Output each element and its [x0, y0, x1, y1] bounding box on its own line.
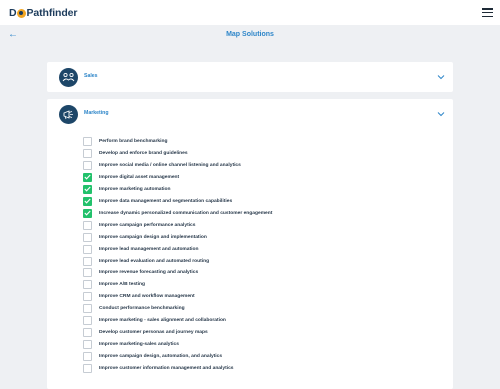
checklist-item[interactable]: Improve social media / online channel li…	[83, 160, 403, 171]
checkbox[interactable]	[83, 352, 92, 362]
checkbox[interactable]	[83, 328, 92, 338]
checklist-item-label: Increase dynamic personalized communicat…	[99, 210, 273, 216]
checklist-item[interactable]: Increase dynamic personalized communicat…	[83, 208, 403, 219]
checklist-item-label: Improve digital asset management	[99, 174, 180, 180]
checklist-item[interactable]: Improve A/B testing	[83, 279, 403, 290]
checklist-item-label: Perform brand benchmarking	[99, 139, 168, 144]
checklist-item[interactable]: Improve CRM and workflow management	[83, 291, 403, 302]
checkbox[interactable]	[83, 268, 92, 278]
checklist-item-label: Improve marketing-sales analytics	[99, 342, 179, 348]
checklist-item-label: Improve marketing - sales alignment and …	[99, 318, 226, 324]
pathfinder-logo[interactable]: D Pathfinder	[9, 7, 78, 19]
checklist-item-label: Improve customer information management …	[99, 366, 234, 372]
checklist-item-label: Improve lead management and automation	[99, 246, 199, 252]
checkbox[interactable]	[83, 340, 92, 350]
checklist-item-label: Improve social media / online channel li…	[99, 162, 241, 168]
logo-text-left: D	[9, 7, 17, 19]
checkbox[interactable]	[83, 220, 92, 230]
checklist-item-label: Develop and enforce brand guidelines	[99, 150, 188, 156]
checkmark-icon	[84, 186, 91, 192]
category-header-marketing[interactable]: Marketing	[47, 99, 453, 129]
checklist-item[interactable]: Conduct performance benchmarking	[83, 303, 403, 314]
checklist-item[interactable]: Improve customer information management …	[83, 363, 403, 374]
checkbox[interactable]	[83, 160, 92, 170]
checkbox[interactable]	[83, 316, 92, 326]
logo-text-right: Pathfinder	[26, 7, 78, 19]
checkmark-icon	[84, 174, 91, 180]
checkmark-icon	[84, 210, 91, 216]
checklist-item[interactable]: Improve data management and segmentation…	[83, 196, 403, 207]
logo-mark-icon	[16, 8, 26, 18]
checklist-item[interactable]: Improve campaign performance analytics	[83, 220, 403, 231]
handshake-icon	[59, 68, 78, 87]
checklist-item-label: Improve campaign design and implementati…	[99, 234, 207, 240]
checklist-item[interactable]: Improve marketing-sales analytics	[83, 339, 403, 350]
checklist-item[interactable]: Develop customer personas and journey ma…	[83, 327, 403, 338]
checklist-item-label: Improve revenue forecasting and analytic…	[99, 270, 199, 276]
category-card-sales[interactable]: Sales	[47, 62, 453, 92]
checkbox-checked[interactable]	[83, 208, 92, 218]
checklist-item[interactable]: Improve revenue forecasting and analytic…	[83, 267, 403, 278]
checklist-item-label: Improve marketing automation	[99, 186, 171, 192]
checklist-item[interactable]: Improve marketing - sales alignment and …	[83, 315, 403, 326]
checklist-item[interactable]: Improve digital asset management	[83, 172, 403, 183]
checklist-item[interactable]: Improve lead management and automation	[83, 244, 403, 255]
page-header: ← Map Solutions	[0, 25, 500, 47]
category-header-sales[interactable]: Sales	[47, 62, 453, 92]
category-label-sales: Sales	[84, 73, 98, 79]
checkbox[interactable]	[83, 304, 92, 314]
checklist-item-label: Improve data management and segmentation…	[99, 198, 233, 204]
checklist-item-label: Improve campaign design, automation, and…	[99, 354, 223, 360]
checklist-item-label: Conduct performance benchmarking	[99, 306, 185, 312]
checkbox[interactable]	[83, 148, 92, 158]
checkmark-icon	[84, 198, 91, 204]
checklist-item-label: Improve A/B testing	[99, 282, 146, 288]
chevron-down-icon[interactable]	[437, 110, 445, 118]
checklist-item-label: Develop customer personas and journey ma…	[99, 330, 208, 336]
checklist-item[interactable]: Improve lead evaluation and automated ro…	[83, 256, 403, 267]
chevron-down-icon[interactable]	[437, 73, 445, 81]
checklist-item[interactable]: Improve campaign design and implementati…	[83, 232, 403, 243]
top-bar: D Pathfinder	[0, 0, 500, 25]
checklist-item[interactable]: Develop and enforce brand guidelines	[83, 148, 403, 159]
megaphone-icon	[59, 105, 78, 124]
checkbox[interactable]	[83, 364, 92, 374]
category-label-marketing: Marketing	[84, 110, 109, 116]
checkbox-checked[interactable]	[83, 196, 92, 206]
checklist-item[interactable]: Perform brand benchmarking	[83, 136, 403, 147]
checklist-item-label: Improve CRM and workflow management	[99, 294, 195, 300]
checkbox[interactable]	[83, 256, 92, 266]
checkbox-checked[interactable]	[83, 172, 92, 182]
checklist-item-label: Improve lead evaluation and automated ro…	[99, 258, 210, 264]
checklist-item[interactable]: Improve marketing automation	[83, 184, 403, 195]
checklist-item[interactable]: Improve campaign design, automation, and…	[83, 351, 403, 362]
checkbox[interactable]	[83, 280, 92, 290]
hamburger-menu-icon[interactable]	[482, 8, 493, 18]
checkbox[interactable]	[83, 244, 92, 254]
checkbox[interactable]	[83, 137, 92, 146]
checkbox[interactable]	[83, 232, 92, 242]
checkbox[interactable]	[83, 292, 92, 302]
page-title: Map Solutions	[226, 31, 274, 38]
checklist-item-label: Improve campaign performance analytics	[99, 222, 196, 228]
checkbox-checked[interactable]	[83, 184, 92, 194]
